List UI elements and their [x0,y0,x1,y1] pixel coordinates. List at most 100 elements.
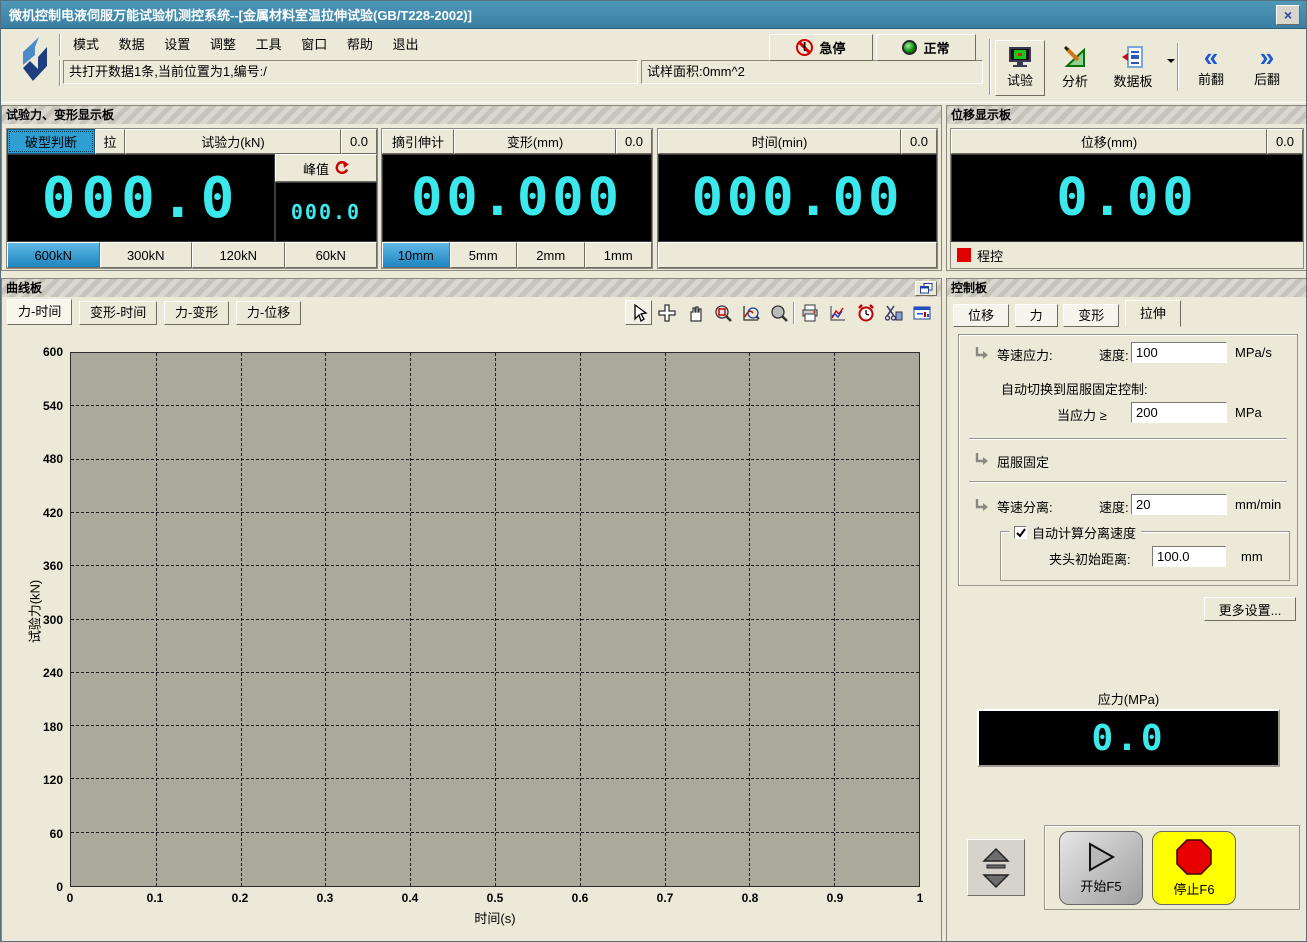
realtime-clock-button[interactable] [852,300,879,325]
tab-force-deform[interactable]: 力-变形 [164,301,229,325]
tab-force-time[interactable]: 力-时间 [7,299,72,325]
close-button[interactable]: × [1276,5,1300,25]
x-axis-labels: 00.10.20.30.40.50.60.70.80.91 [70,891,920,907]
move-tool-button[interactable] [653,300,680,325]
displacement-panel-title: 位移显示板 [947,106,1307,124]
displacement-label: 位移(mm) [951,129,1267,154]
zoom-out-button[interactable] [765,300,792,325]
deform-range-2mm[interactable]: 2mm [517,242,585,268]
menu-item-adjust[interactable]: 调整 [202,33,244,57]
control-tab-bar: 位移 力 变形 拉伸 [953,300,1183,327]
move-crosshair-icon [658,304,676,322]
deform-range-1mm[interactable]: 1mm [585,242,653,268]
data-panel-icon [913,304,931,322]
control-panel-title: 控制板 [947,279,1307,297]
branch-arrow-icon [975,347,988,360]
play-icon [1086,842,1116,872]
pencil-triangle-icon [1063,46,1087,68]
cursor-tool-button[interactable] [625,300,652,325]
speed-label-1: 速度: [1099,345,1129,364]
no-entry-icon: ! [796,39,813,56]
menu-item-data[interactable]: 数据 [111,33,153,57]
separation-unit: mm/min [1235,497,1281,512]
menu-item-window[interactable]: 窗口 [293,33,335,57]
databoard-dropdown-icon[interactable] [1167,59,1175,67]
displacement-aux-value: 0.0 [1267,129,1303,154]
app-logo-icon [11,35,55,95]
program-control-indicator-icon [957,248,971,262]
auto-calc-checkbox[interactable] [1014,526,1027,539]
grip-distance-label: 夹头初始距离: [1049,549,1131,568]
pan-hand-icon [686,304,704,322]
more-settings-button[interactable]: 更多设置... [1204,597,1296,621]
separation-speed-input[interactable] [1131,494,1227,515]
force-range-300kn[interactable]: 300kN [100,242,193,268]
deform-range-5mm[interactable]: 5mm [450,242,518,268]
const-stress-label: 等速应力: [997,345,1053,364]
branch-arrow-icon [975,499,988,512]
tab-displacement-control[interactable]: 位移 [953,304,1009,327]
page-next-button[interactable]: » 后翻 [1241,40,1293,96]
databoard-button[interactable]: 数据板 [1101,40,1165,96]
zoom-select-button[interactable] [709,300,736,325]
force-range-60kn[interactable]: 60kN [285,242,378,268]
tab-tension-control[interactable]: 拉伸 [1125,300,1181,327]
tab-deform-time[interactable]: 变形-时间 [79,301,157,325]
peak-button[interactable]: 峰值 [275,154,377,182]
menu-item-exit[interactable]: 退出 [384,33,426,57]
force-display: 000.0 [7,154,275,242]
deform-range-10mm[interactable]: 10mm [382,242,450,268]
panel-restore-button[interactable] [915,281,937,296]
force-panel-title: 试验力、变形显示板 [2,106,941,124]
force-group: 破型判断 拉 试验力(kN) 0.0 000.0 峰值 [6,128,378,269]
grip-distance-input[interactable] [1152,546,1226,567]
yield-hold-label: 屈服固定 [997,452,1049,471]
tab-force-displacement[interactable]: 力-位移 [236,301,301,325]
printer-icon [801,304,819,322]
emergency-stop-button[interactable]: ! 急停 [769,34,873,61]
clip-save-button[interactable] [880,300,907,325]
force-range-120kn[interactable]: 120kN [192,242,285,268]
menu-item-help[interactable]: 帮助 [339,33,381,57]
pan-tool-button[interactable] [681,300,708,325]
plot-area[interactable] [70,352,920,887]
time-group: 时间(min) 0.0 000.00 [657,128,938,269]
break-judge-toggle[interactable]: 破型判断 [7,129,95,154]
force-range-600kn[interactable]: 600kN [7,242,100,268]
tab-force-control[interactable]: 力 [1015,304,1058,327]
start-stop-group: 开始F5 停止F6 [1044,825,1300,910]
monitor-icon [1008,47,1032,67]
normal-status-button[interactable]: 正常 [876,34,976,61]
stop-octagon-icon [1176,839,1212,875]
data-panel-button[interactable] [908,300,935,325]
close-icon: × [1284,7,1292,23]
up-down-arrows-icon [982,847,1010,889]
stop-button[interactable]: 停止F6 [1152,831,1236,905]
const-stress-unit: MPa/s [1235,345,1272,360]
application-window: 微机控制电液伺服万能试验机测控系统--[金属材料室温拉伸试验(GB/T228-2… [0,0,1307,942]
scissors-save-icon [885,304,903,322]
menu-item-settings[interactable]: 设置 [156,33,198,57]
page-prev-button[interactable]: « 前翻 [1185,40,1237,96]
extensometer-button[interactable]: 摘引伸计 [382,129,454,154]
stress-display: 0.0 [977,709,1280,767]
y-axis-title: 试验力(kN) [25,557,44,667]
menu-item-mode[interactable]: 模式 [65,33,107,57]
analysis-button[interactable]: 分析 [1051,40,1099,96]
compare-curves-button[interactable] [824,300,851,325]
tension-indicator[interactable]: 拉 [95,129,125,154]
grip-unit: mm [1241,549,1263,564]
crosshead-jog-button[interactable] [967,839,1025,896]
specimen-area-field: 试样面积:0mm^2 [641,60,983,84]
start-button[interactable]: 开始F5 [1059,831,1143,905]
print-button[interactable] [796,300,823,325]
const-stress-speed-input[interactable] [1131,342,1227,363]
tab-deform-control[interactable]: 变形 [1063,304,1119,327]
test-mode-button[interactable]: 试验 [995,40,1045,96]
zoom-curve-button[interactable] [737,300,764,325]
toolbar-area: 模式 数据 设置 调整 工具 窗口 帮助 退出 共打开数据1条,当前位置为1,编… [1,29,1307,103]
title-bar[interactable]: 微机控制电液伺服万能试验机测控系统--[金属材料室温拉伸试验(GB/T228-2… [1,1,1307,29]
menu-item-tools[interactable]: 工具 [248,33,290,57]
time-label: 时间(min) [658,129,901,154]
stress-threshold-input[interactable] [1131,402,1227,423]
